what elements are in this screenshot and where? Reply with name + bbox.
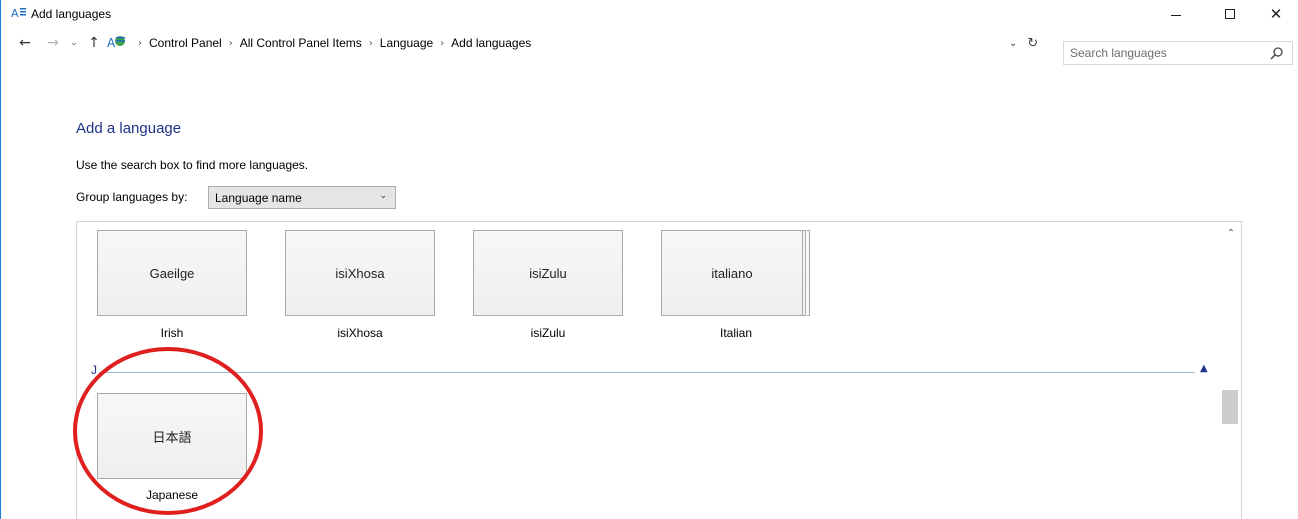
tile-native-name: isiXhosa [335, 265, 385, 281]
svg-text:A: A [107, 36, 116, 50]
recent-locations-button[interactable]: ⌄ [67, 32, 81, 54]
page-title: Add a language [76, 120, 182, 137]
add-languages-window: A Add languages ✕ ← → ⌄ ↑ A › Control Pa… [0, 0, 1298, 519]
language-tile-japanese[interactable]: 日本語 [97, 393, 247, 479]
section-letter[interactable]: J [91, 363, 97, 377]
tile-native-name: italiano [711, 265, 753, 281]
close-button[interactable]: ✕ [1253, 0, 1298, 28]
search-input[interactable] [1070, 45, 1260, 61]
minimize-button[interactable] [1153, 0, 1199, 28]
breadcrumb-separator[interactable]: › [440, 38, 444, 49]
search-icon[interactable] [1270, 46, 1284, 60]
vertical-scrollbar[interactable]: ⌃ [1220, 222, 1241, 519]
address-history-dropdown-icon[interactable]: ⌄ [1009, 38, 1017, 49]
collapse-section-icon[interactable]: ▲ [1200, 363, 1208, 374]
group-by-dropdown[interactable]: Language name ⌄ [208, 186, 396, 209]
scroll-up-arrow-icon[interactable]: ⌃ [1220, 228, 1241, 244]
chevron-down-icon: ⌄ [379, 191, 387, 201]
scrollbar-thumb[interactable] [1222, 390, 1238, 424]
tile-stack-edge [807, 230, 810, 316]
section-divider [99, 372, 1195, 373]
back-button[interactable]: ← [15, 32, 35, 54]
address-bar[interactable]: A › Control Panel › All Control Panel It… [105, 32, 1045, 54]
forward-button[interactable]: → [43, 32, 63, 54]
search-hint: Use the search box to find more language… [76, 158, 309, 172]
tile-english-name: Italian [719, 326, 753, 340]
breadcrumb-separator[interactable]: › [369, 38, 373, 49]
arrow-up-icon: ↑ [88, 35, 100, 51]
breadcrumb-control-panel[interactable]: Control Panel [149, 36, 222, 50]
language-list: Gaeilge Irish isiXhosa isiXhosa isiZulu … [76, 221, 1242, 519]
refresh-icon[interactable]: ↻ [1027, 36, 1038, 51]
minimize-icon [1171, 14, 1181, 16]
title-bar: A Add languages ✕ [1, 0, 1298, 28]
tile-english-name: Irish [160, 326, 184, 340]
tile-english-name: isiXhosa [337, 326, 383, 340]
language-tile-italian[interactable]: italiano [661, 230, 803, 316]
address-actions: ⌄ ↻ [1009, 32, 1053, 54]
tile-english-name: isiZulu [530, 326, 566, 340]
breadcrumb-add-languages[interactable]: Add languages [451, 36, 531, 50]
tile-native-name: isiZulu [529, 265, 567, 281]
breadcrumb-separator: › [138, 37, 142, 49]
breadcrumb-separator[interactable]: › [229, 38, 233, 49]
group-by-value: Language name [215, 190, 302, 205]
arrow-right-icon: → [47, 35, 59, 51]
language-tile-isixhosa[interactable]: isiXhosa [285, 230, 435, 316]
tile-native-name: 日本語 [152, 430, 192, 446]
tile-stack-edge [803, 230, 806, 316]
chevron-down-icon: ⌄ [70, 38, 78, 48]
tile-native-name: Gaeilge [149, 265, 195, 281]
up-button[interactable]: ↑ [85, 32, 103, 54]
search-box[interactable] [1063, 41, 1293, 65]
arrow-left-icon: ← [19, 35, 31, 51]
language-app-icon: A [11, 7, 26, 20]
svg-text:A: A [11, 7, 19, 20]
maximize-icon [1225, 9, 1235, 19]
window-title: Add languages [31, 7, 112, 21]
maximize-button[interactable] [1207, 0, 1253, 28]
group-by-label: Group languages by: [76, 190, 188, 204]
tile-english-name: Japanese [145, 488, 199, 502]
control-panel-icon: A [107, 36, 125, 50]
breadcrumb-all-items[interactable]: All Control Panel Items [240, 36, 362, 50]
close-icon: ✕ [1269, 4, 1283, 23]
breadcrumb-language[interactable]: Language [380, 36, 433, 50]
language-tile-isizulu[interactable]: isiZulu [473, 230, 623, 316]
language-tile-irish[interactable]: Gaeilge [97, 230, 247, 316]
